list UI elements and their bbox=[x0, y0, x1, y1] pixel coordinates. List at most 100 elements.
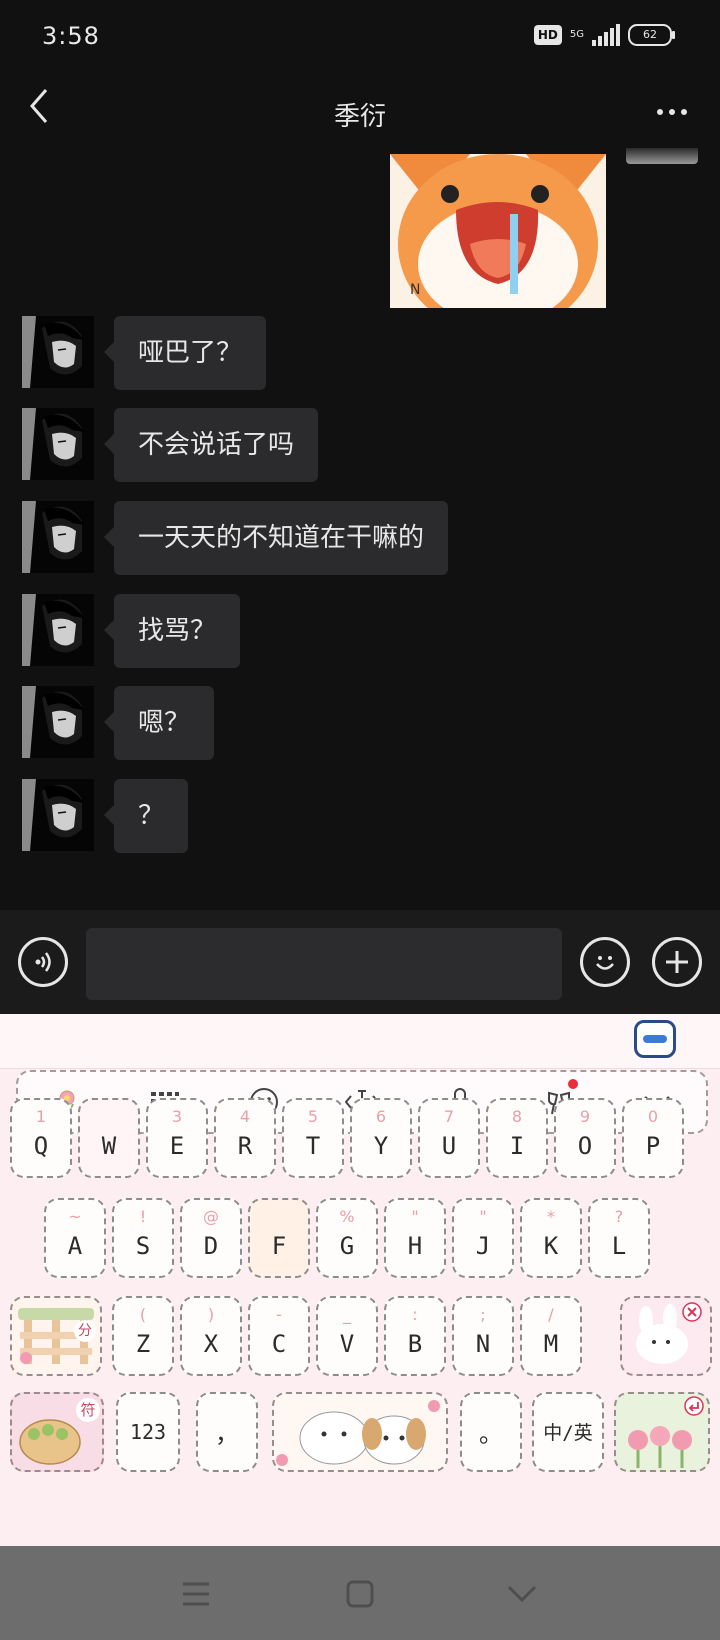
key-secondary-char: 9 bbox=[579, 1107, 591, 1126]
key-v[interactable]: _ V bbox=[316, 1296, 378, 1376]
emoji-button[interactable] bbox=[580, 937, 630, 987]
message-bubble[interactable]: 一天天的不知道在干嘛的 bbox=[103, 501, 449, 575]
key-n[interactable]: ; N bbox=[452, 1296, 514, 1376]
back-button[interactable] bbox=[24, 86, 74, 136]
period-key-label: 。 bbox=[479, 1420, 503, 1448]
chat-header: 季衍 bbox=[0, 76, 720, 148]
avatar[interactable] bbox=[22, 686, 94, 758]
more-button[interactable] bbox=[650, 90, 694, 134]
key-secondary-char: - bbox=[276, 1305, 282, 1324]
key-p[interactable]: 0P bbox=[622, 1098, 684, 1178]
assistant-robot-icon[interactable] bbox=[634, 1020, 676, 1058]
voice-button[interactable] bbox=[18, 937, 68, 987]
key-letter: Y bbox=[373, 1132, 389, 1160]
key-letter: J bbox=[475, 1232, 491, 1260]
message-bubble[interactable]: 不会说话了吗 bbox=[103, 408, 319, 482]
crying-fox-sticker: N bbox=[390, 154, 606, 308]
period-key[interactable]: 。 bbox=[460, 1392, 522, 1472]
key-secondary-char: : bbox=[412, 1305, 418, 1324]
key-m[interactable]: / M bbox=[520, 1296, 582, 1376]
sticker-image[interactable]: N bbox=[390, 154, 606, 308]
fen-label: 分 bbox=[74, 1320, 96, 1342]
avatar-image bbox=[22, 408, 94, 480]
key-letter: W bbox=[101, 1132, 117, 1160]
key-secondary-char: 8 bbox=[511, 1107, 523, 1126]
key-e[interactable]: 3E bbox=[146, 1098, 208, 1178]
voice-icon bbox=[35, 952, 51, 972]
key-q[interactable]: 1Q bbox=[10, 1098, 72, 1178]
key-secondary-char: 4 bbox=[239, 1107, 251, 1126]
key-s[interactable]: ! S bbox=[112, 1198, 174, 1278]
key-letter: G bbox=[339, 1232, 355, 1260]
key-secondary-char: 6 bbox=[375, 1107, 387, 1126]
fu-label: 符 bbox=[76, 1398, 100, 1422]
key-d[interactable]: @ D bbox=[180, 1198, 242, 1278]
chevron-left-icon bbox=[30, 89, 48, 123]
navigation-bar bbox=[0, 1546, 720, 1640]
key-x[interactable]: ) X bbox=[180, 1296, 242, 1376]
status-time: 3:58 bbox=[42, 22, 100, 50]
avatar[interactable] bbox=[22, 501, 94, 573]
key-y[interactable]: 6Y bbox=[350, 1098, 412, 1178]
key-secondary-char: " bbox=[411, 1207, 419, 1226]
chat-area[interactable]: N 哑巴了？ 不会说话了吗一天天的不知道在干嘛的 找骂？ 嗯？ ？ bbox=[0, 148, 720, 910]
chat-title: 季衍 bbox=[333, 102, 386, 132]
key-letter: D bbox=[203, 1232, 219, 1260]
puppies-sticker-icon bbox=[276, 1400, 440, 1466]
home-nav-button[interactable] bbox=[338, 1572, 382, 1616]
message-row: 找骂？ bbox=[22, 594, 241, 668]
space-key[interactable] bbox=[272, 1392, 448, 1472]
key-l[interactable]: ? L bbox=[588, 1198, 650, 1278]
key-secondary-char: " bbox=[479, 1207, 487, 1226]
enter-key[interactable] bbox=[614, 1392, 710, 1472]
message-bubble[interactable]: ？ bbox=[103, 779, 189, 853]
key-secondary-char: 3 bbox=[171, 1107, 183, 1126]
comma-key[interactable]: ， bbox=[196, 1392, 258, 1472]
key-letter: P bbox=[645, 1132, 661, 1160]
key-c[interactable]: -C bbox=[248, 1296, 310, 1376]
message-bubble[interactable]: 嗯？ bbox=[103, 686, 215, 760]
message-row: 一天天的不知道在干嘛的 bbox=[22, 501, 449, 575]
key-j[interactable]: " J bbox=[452, 1198, 514, 1278]
back-nav-button[interactable] bbox=[500, 1572, 544, 1616]
key-i[interactable]: 8I bbox=[486, 1098, 548, 1178]
network-type: 5G bbox=[569, 29, 584, 40]
key-t[interactable]: 5T bbox=[282, 1098, 344, 1178]
message-bubble[interactable]: 哑巴了？ bbox=[103, 316, 267, 390]
more-dots-icon bbox=[657, 109, 663, 115]
avatar[interactable] bbox=[22, 779, 94, 851]
menu-nav-button[interactable] bbox=[174, 1572, 218, 1616]
key-b[interactable]: :B bbox=[384, 1296, 446, 1376]
signal-icon bbox=[592, 24, 620, 46]
key-g[interactable]: % G bbox=[316, 1198, 378, 1278]
key-secondary-char: % bbox=[339, 1207, 355, 1226]
key-letter: N bbox=[475, 1330, 491, 1358]
previous-image-thumb[interactable] bbox=[626, 148, 698, 164]
fu-key[interactable]: 符 bbox=[10, 1392, 104, 1472]
key-secondary-char: ! bbox=[139, 1207, 147, 1226]
plus-button[interactable] bbox=[652, 937, 702, 987]
key-o[interactable]: 9O bbox=[554, 1098, 616, 1178]
avatar[interactable] bbox=[22, 408, 94, 480]
backspace-key[interactable] bbox=[620, 1296, 712, 1376]
key-letter: Q bbox=[33, 1132, 49, 1160]
key-letter: X bbox=[203, 1330, 219, 1358]
key-z[interactable]: (Z bbox=[112, 1296, 174, 1376]
emoji-icon bbox=[596, 956, 614, 970]
key-a[interactable]: ~ A bbox=[44, 1198, 106, 1278]
key-secondary-char: 7 bbox=[443, 1107, 455, 1126]
avatar[interactable] bbox=[22, 316, 94, 388]
key-r[interactable]: 4R bbox=[214, 1098, 276, 1178]
key-f[interactable]: F bbox=[248, 1198, 310, 1278]
fen-key[interactable]: 分 bbox=[10, 1296, 102, 1376]
lang-switch-key[interactable]: 中/英 bbox=[532, 1392, 604, 1472]
message-input[interactable] bbox=[86, 928, 562, 1000]
key-h[interactable]: " H bbox=[384, 1198, 446, 1278]
avatar[interactable] bbox=[22, 594, 94, 666]
key-letter: B bbox=[407, 1330, 423, 1358]
key-u[interactable]: 7U bbox=[418, 1098, 480, 1178]
numbers-key[interactable]: 123 bbox=[116, 1392, 180, 1472]
message-bubble[interactable]: 找骂？ bbox=[103, 594, 241, 668]
key-w[interactable]: W bbox=[78, 1098, 140, 1178]
key-k[interactable]: * K bbox=[520, 1198, 582, 1278]
